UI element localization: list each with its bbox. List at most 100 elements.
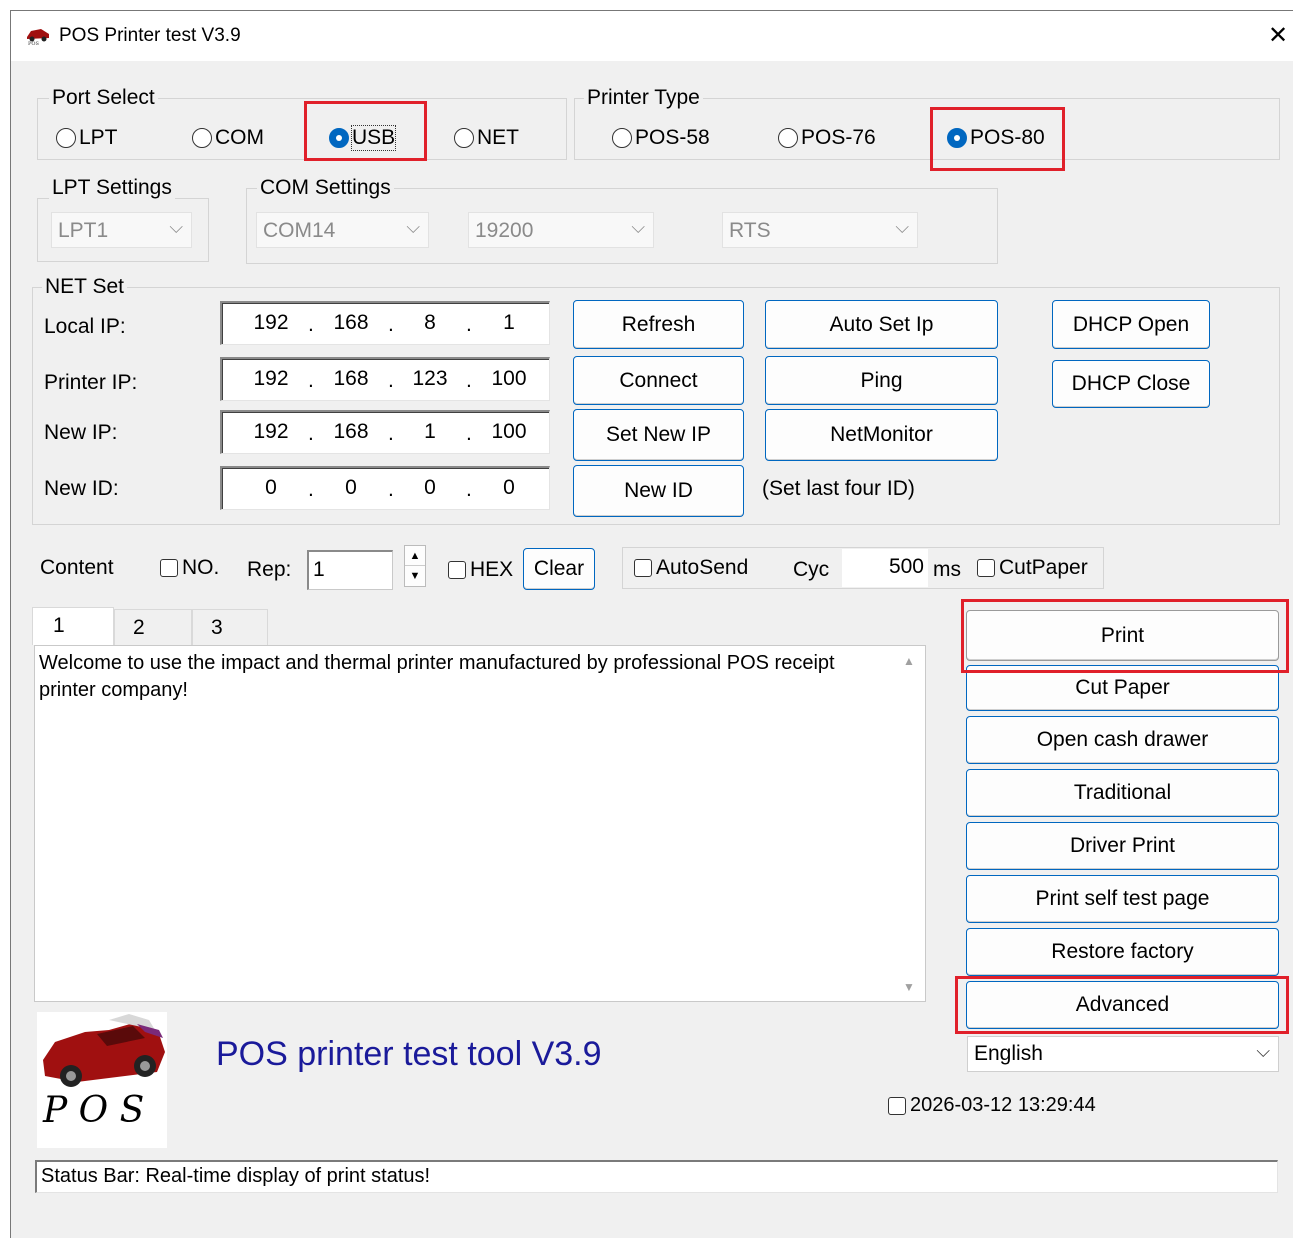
checkbox-icon [448,561,466,579]
ip-dot: . [466,369,472,392]
tab-1[interactable]: 1 [32,607,114,645]
ip-dot: . [308,422,314,445]
flow-control-value: RTS [729,219,771,242]
language-select[interactable]: English ⌵ [967,1036,1279,1072]
cyc-label: Cyc [793,558,830,581]
language-value: English [974,1042,1043,1065]
ip-octet[interactable]: 123 [405,367,455,391]
new-id-field[interactable]: 0 . 0 . 0 . 0 [220,466,550,510]
logo-text: P O S [43,1090,145,1131]
lpt-port-select[interactable]: LPT1 ⌵ [51,212,192,248]
radio-net[interactable]: NET [454,126,519,150]
ip-octet[interactable]: 8 [405,311,455,335]
content-textarea[interactable]: Welcome to use the impact and thermal pr… [34,645,926,1002]
local-ip-field[interactable]: 192 . 168 . 8 . 1 [220,301,550,345]
no-checkbox[interactable]: NO. [160,556,219,580]
ip-octet[interactable]: 192 [246,367,296,391]
clear-button[interactable]: Clear [523,548,595,590]
id-octet[interactable]: 0 [405,476,455,500]
set-new-ip-button[interactable]: Set New IP [573,409,744,461]
net-monitor-button[interactable]: NetMonitor [765,409,998,461]
restore-factory-button[interactable]: Restore factory [966,928,1279,976]
ip-dot: . [466,313,472,336]
new-ip-label: New IP: [44,421,118,444]
dhcp-open-button[interactable]: DHCP Open [1052,300,1210,349]
baud-rate-select[interactable]: 19200 ⌵ [468,212,654,248]
open-cash-drawer-button[interactable]: Open cash drawer [966,716,1279,764]
ip-octet[interactable]: 100 [484,420,534,444]
baud-rate-value: 19200 [475,219,534,242]
checkbox-icon [634,559,652,577]
auto-set-ip-button[interactable]: Auto Set Ip [765,300,998,349]
radio-lpt[interactable]: LPT [56,126,118,150]
advanced-button[interactable]: Advanced [966,981,1279,1029]
ip-octet[interactable]: 1 [405,420,455,444]
radio-pos58-label: POS-58 [635,126,710,149]
tab-2[interactable]: 2 [114,609,192,647]
cutpaper-checkbox[interactable]: CutPaper [977,556,1088,580]
ip-octet[interactable]: 168 [326,367,376,391]
spin-up-icon[interactable]: ▲ [405,546,425,566]
ip-dot: . [466,478,472,501]
id-octet[interactable]: 0 [246,476,296,500]
close-icon[interactable]: ✕ [1265,21,1291,50]
ip-octet[interactable]: 1 [484,311,534,335]
radio-usb[interactable]: USB [329,125,397,151]
rep-spinner[interactable]: ▲ ▼ [404,545,426,587]
ip-octet[interactable]: 168 [326,311,376,335]
radio-pos58[interactable]: POS-58 [612,126,710,150]
ip-dot: . [308,313,314,336]
radio-com[interactable]: COM [192,126,264,150]
scroll-up-icon[interactable]: ▲ [903,654,915,668]
scroll-down-icon[interactable]: ▼ [903,980,915,994]
ip-octet[interactable]: 168 [326,420,376,444]
radio-pos80[interactable]: POS-80 [947,126,1045,150]
rep-input[interactable]: 1 [307,550,393,590]
ip-octet[interactable]: 192 [246,311,296,335]
radio-circle-icon [192,128,212,148]
local-ip-label: Local IP: [44,315,126,338]
radio-lpt-label: LPT [79,126,118,149]
chevron-down-icon: ⌵ [1256,1041,1270,1061]
ip-dot: . [388,478,394,501]
traditional-button[interactable]: Traditional [966,769,1279,817]
printer-ip-field[interactable]: 192 . 168 . 123 . 100 [220,357,550,401]
checkbox-icon [160,559,178,577]
cyc-input[interactable]: 500 [842,549,928,587]
ip-dot: . [388,422,394,445]
connect-button[interactable]: Connect [573,356,744,405]
driver-print-button[interactable]: Driver Print [966,822,1279,870]
ip-dot: . [308,478,314,501]
dhcp-close-button[interactable]: DHCP Close [1052,360,1210,408]
print-button[interactable]: Print [966,610,1279,661]
radio-circle-icon [454,128,474,148]
radio-circle-icon [778,128,798,148]
new-id-button[interactable]: New ID [573,465,744,517]
ip-octet[interactable]: 100 [484,367,534,391]
spin-down-icon[interactable]: ▼ [405,566,425,586]
com-settings-title: COM Settings [257,176,394,200]
new-ip-field[interactable]: 192 . 168 . 1 . 100 [220,410,550,454]
title-bar[interactable]: POS POS Printer test V3.9 ✕ [11,11,1293,61]
autosend-checkbox[interactable]: AutoSend [634,556,748,580]
refresh-button[interactable]: Refresh [573,300,744,349]
ip-dot: . [308,369,314,392]
pos-logo: P O S [37,1012,167,1148]
hex-checkbox-label: HEX [470,558,514,581]
id-octet[interactable]: 0 [326,476,376,500]
flow-control-select[interactable]: RTS ⌵ [722,212,918,248]
com-port-select[interactable]: COM14 ⌵ [256,212,429,248]
ip-octet[interactable]: 192 [246,420,296,444]
ms-label: ms [933,558,961,581]
new-id-note: (Set last four ID) [762,477,915,500]
tab-3[interactable]: 3 [192,609,268,647]
print-self-test-button[interactable]: Print self test page [966,875,1279,923]
id-octet[interactable]: 0 [484,476,534,500]
no-checkbox-label: NO. [182,556,220,579]
datetime-checkbox[interactable]: 2026-03-12 13:29:44 [888,1094,1096,1117]
cut-paper-button[interactable]: Cut Paper [966,665,1279,711]
content-label: Content [40,556,114,579]
radio-pos76[interactable]: POS-76 [778,126,876,150]
ping-button[interactable]: Ping [765,356,998,405]
hex-checkbox[interactable]: HEX [448,558,513,582]
